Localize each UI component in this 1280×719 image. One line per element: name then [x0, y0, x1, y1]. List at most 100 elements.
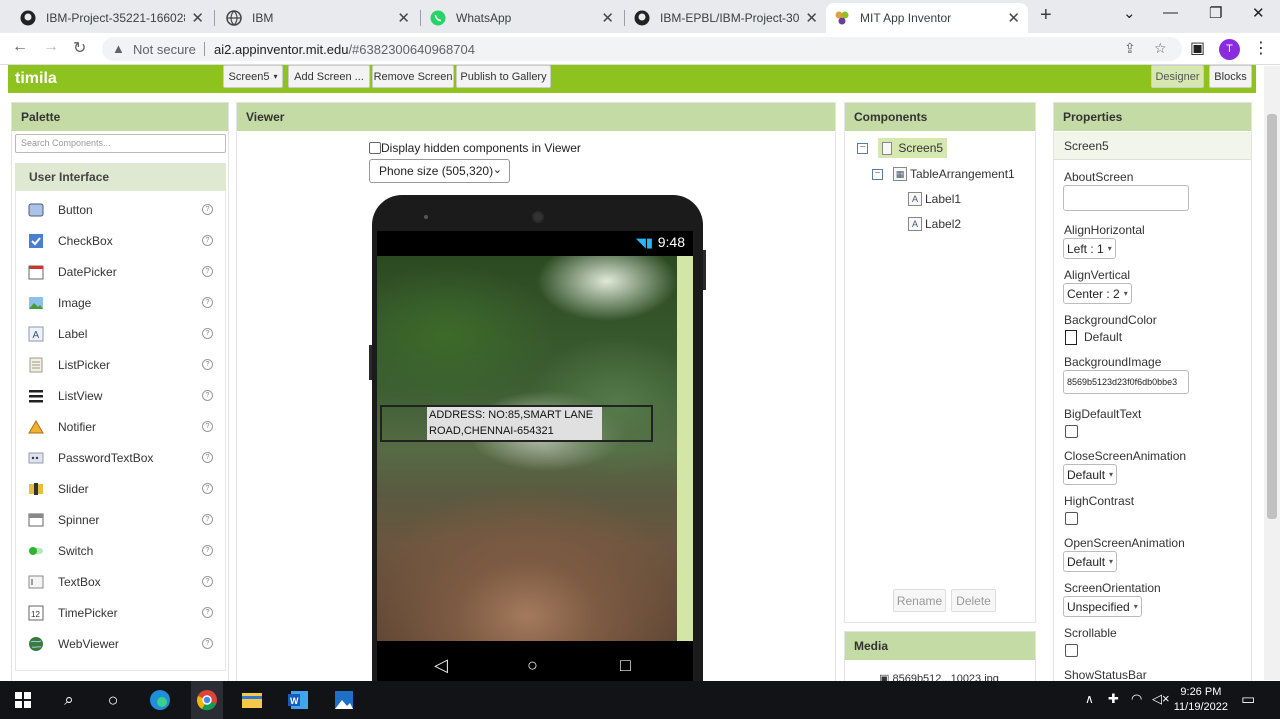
tab-whatsapp[interactable]: WhatsApp ✕ [422, 3, 622, 33]
palette-item-spinner[interactable]: Spinner? [16, 504, 227, 535]
windows-start-icon[interactable] [8, 681, 38, 719]
background-color-value[interactable]: Default [1084, 330, 1122, 344]
screen-select-button[interactable]: Screen5 ▾ [223, 65, 283, 88]
search-icon[interactable]: ⌕ [54, 681, 84, 719]
help-icon[interactable]: ? [202, 421, 213, 432]
open-animation-select[interactable]: Default ▾ [1063, 551, 1118, 572]
palette-item-notifier[interactable]: Notifier? [16, 411, 227, 442]
reload-icon[interactable]: ↻ [73, 38, 86, 58]
category-user-interface[interactable]: User Interface [15, 163, 226, 191]
collapse-icon[interactable]: − [857, 142, 868, 154]
checkbox[interactable] [369, 142, 381, 154]
align-horizontal-select[interactable]: Left : 1 ▾ [1063, 238, 1116, 259]
home-circle-icon[interactable]: ○ [527, 655, 538, 676]
star-icon[interactable]: ☆ [1154, 40, 1167, 57]
close-icon[interactable]: ✕ [805, 9, 818, 27]
palette-search-input[interactable]: Search Components... [15, 134, 226, 153]
palette-item-image[interactable]: Image? [16, 287, 227, 318]
address-bar[interactable]: ▲ Not secure ai2.appinventor.mit.edu/#63… [102, 37, 1182, 61]
close-icon[interactable]: ✕ [1007, 9, 1020, 27]
page-scrollbar[interactable] [1264, 66, 1280, 680]
blocks-button[interactable]: Blocks [1209, 65, 1252, 88]
photos-icon[interactable] [329, 681, 359, 719]
avatar[interactable]: T [1219, 39, 1240, 60]
address-label[interactable]: ADDRESS: NO:85,SMART LANE ROAD,CHENNAI-6… [427, 407, 602, 440]
help-icon[interactable]: ? [202, 452, 213, 463]
help-icon[interactable]: ? [202, 638, 213, 649]
align-vertical-select[interactable]: Center : 2 ▾ [1063, 283, 1132, 304]
file-explorer-icon[interactable] [237, 681, 267, 719]
taskbar-clock[interactable]: 9:26 PM 11/19/2022 [1174, 685, 1228, 715]
tree-item-label1[interactable]: A Label1 [908, 192, 961, 206]
tab-github-epbl[interactable]: IBM-EPBL/IBM-Project-3036 ✕ [626, 3, 826, 33]
help-icon[interactable]: ? [202, 545, 213, 556]
palette-item-datepicker[interactable]: DatePicker? [16, 256, 227, 287]
task-view-icon[interactable]: ○ [98, 681, 128, 719]
delete-button[interactable]: Delete [951, 589, 996, 612]
screen-orientation-select[interactable]: Unspecified ▾ [1063, 596, 1142, 617]
wifi-icon[interactable]: ◠ [1131, 691, 1142, 707]
help-icon[interactable]: ? [202, 483, 213, 494]
help-icon[interactable]: ? [202, 204, 213, 215]
color-swatch[interactable] [1065, 330, 1077, 345]
palette-item-listpicker[interactable]: ListPicker? [16, 349, 227, 380]
chevron-down-icon[interactable]: ⌄ [1123, 4, 1136, 22]
palette-item-switch[interactable]: Switch? [16, 535, 227, 566]
about-screen-textarea[interactable] [1063, 185, 1189, 211]
recents-square-icon[interactable]: □ [620, 655, 631, 676]
help-icon[interactable]: ? [202, 514, 213, 525]
close-icon[interactable]: ✕ [191, 9, 204, 27]
new-tab-icon[interactable]: + [1040, 4, 1052, 27]
help-icon[interactable]: ? [202, 607, 213, 618]
background-image-field[interactable]: 8569b5123d23f0f6db0bbe3 [1063, 370, 1189, 394]
palette-item-password[interactable]: PasswordTextBox? [16, 442, 227, 473]
scrollable-checkbox[interactable] [1065, 644, 1078, 657]
tree-item-screen5[interactable]: − Screen5 [857, 138, 948, 159]
palette-item-listview[interactable]: ListView? [16, 380, 227, 411]
chrome-icon[interactable] [191, 681, 223, 719]
help-icon[interactable]: ? [202, 266, 213, 277]
high-contrast-checkbox[interactable] [1065, 512, 1078, 525]
share-icon[interactable]: ⇪ [1124, 40, 1136, 57]
back-icon[interactable]: ← [12, 38, 28, 56]
minimize-icon[interactable]: — [1163, 4, 1178, 21]
palette-item-timepicker[interactable]: 12 TimePicker? [16, 597, 227, 628]
help-icon[interactable]: ? [202, 297, 213, 308]
volume-icon[interactable]: ◁× [1152, 691, 1170, 707]
close-icon[interactable]: ✕ [601, 9, 614, 27]
rename-button[interactable]: Rename [893, 589, 946, 612]
palette-item-button[interactable]: Button? [16, 194, 227, 225]
close-icon[interactable]: ✕ [397, 9, 410, 27]
menu-icon[interactable]: ⋮ [1253, 38, 1269, 58]
display-hidden-checkbox[interactable]: Display hidden components in Viewer [369, 141, 581, 155]
word-icon[interactable]: W [283, 681, 313, 719]
tree-item-tablearrangement1[interactable]: − ▦ TableArrangement1 [872, 167, 1015, 181]
help-icon[interactable]: ? [202, 235, 213, 246]
restore-icon[interactable]: ❐ [1209, 4, 1222, 22]
notification-icon[interactable]: ▭ [1241, 690, 1255, 708]
collapse-icon[interactable]: − [872, 168, 883, 180]
tab-ibm[interactable]: IBM ✕ [218, 3, 418, 33]
close-animation-select[interactable]: Default ▾ [1063, 464, 1118, 485]
close-window-icon[interactable]: ✕ [1252, 4, 1265, 22]
big-default-text-checkbox[interactable] [1065, 425, 1078, 438]
publish-gallery-button[interactable]: Publish to Gallery [456, 65, 551, 88]
sidepanel-icon[interactable]: ▣ [1190, 38, 1205, 58]
remove-screen-button[interactable]: Remove Screen [372, 65, 454, 88]
palette-item-label[interactable]: A Label? [16, 318, 227, 349]
designer-button[interactable]: Designer [1151, 65, 1204, 88]
back-triangle-icon[interactable]: ◁ [434, 655, 448, 676]
tab-github-project[interactable]: IBM-Project-35221-16602826 ✕ [12, 3, 212, 33]
edge-icon[interactable] [145, 681, 175, 719]
phone-size-select[interactable]: Phone size (505,320) ⌄ [369, 159, 510, 183]
palette-item-slider[interactable]: Slider? [16, 473, 227, 504]
palette-item-webviewer[interactable]: WebViewer? [16, 628, 227, 659]
help-icon[interactable]: ? [202, 359, 213, 370]
tree-item-label2[interactable]: A Label2 [908, 217, 961, 231]
palette-item-textbox[interactable]: TextBox? [16, 566, 227, 597]
palette-item-checkbox[interactable]: CheckBox? [16, 225, 227, 256]
network-icon[interactable]: ✚ [1108, 691, 1119, 707]
tab-app-inventor[interactable]: MIT App Inventor ✕ [826, 3, 1028, 33]
help-icon[interactable]: ? [202, 576, 213, 587]
forward-icon[interactable]: → [43, 38, 59, 56]
